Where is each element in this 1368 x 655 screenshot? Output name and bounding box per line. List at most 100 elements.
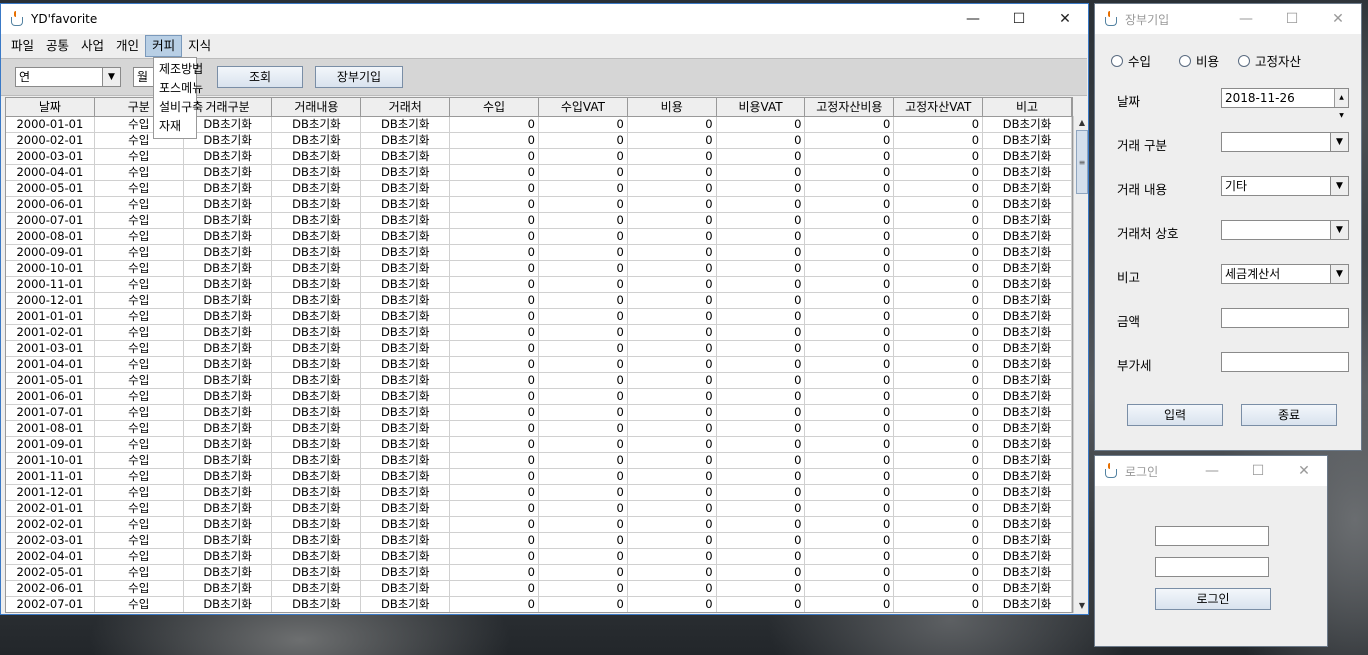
table-row[interactable]: 2002-05-01 수입 DB초기화 DB초기화 DB초기화 0 0 0 0 0 0 DB초기화 [6,565,1072,581]
table-cell: 0 [628,213,717,228]
table-row[interactable]: 2001-09-01 수입 DB초기화 DB초기화 DB초기화 0 0 0 0 0 0 DB초기화 [6,437,1072,453]
table-cell: 0 [805,165,895,180]
column-header[interactable]: 거래내용 [272,98,362,116]
chevron-down-icon[interactable]: ▼ [102,68,120,86]
table-cell: DB초기화 [361,357,451,372]
scroll-down-icon[interactable]: ▼ [1074,599,1088,613]
column-header[interactable]: 비고 [983,98,1072,116]
menu-coffee[interactable]: 커피 [145,35,183,57]
scroll-thumb[interactable]: ≡ [1076,130,1088,194]
column-header[interactable]: 고정자산비용 [805,98,895,116]
table-row[interactable]: 2001-06-01 수입 DB초기화 DB초기화 DB초기화 0 0 0 0 0 0 DB초기화 [6,389,1072,405]
table-row[interactable]: 2002-02-01 수입 DB초기화 DB초기화 DB초기화 0 0 0 0 0 0 DB초기화 [6,517,1072,533]
query-button[interactable]: 조회 [217,66,303,88]
column-header[interactable]: 비용VAT [717,98,806,116]
minimize-icon[interactable]: — [950,4,996,34]
table-row[interactable]: 2002-07-01 수입 DB초기화 DB초기화 DB초기화 0 0 0 0 0 0 DB초기화 [6,597,1072,612]
vat-input[interactable] [1221,352,1349,372]
close-icon[interactable]: ✕ [1281,456,1327,486]
content-combo[interactable]: 기타 ▼ [1221,176,1349,196]
column-header[interactable]: 거래처 [361,98,451,116]
close-button[interactable]: 종료 [1241,404,1337,426]
main-titlebar[interactable]: YD'favorite — ☐ ✕ [1,4,1088,34]
table-row[interactable]: 2000-05-01 수입 DB초기화 DB초기화 DB초기화 0 0 0 0 0 0 DB초기화 [6,181,1072,197]
table-row[interactable]: 2000-12-01 수입 DB초기화 DB초기화 DB초기화 0 0 0 0 0 0 DB초기화 [6,293,1072,309]
table-row[interactable]: 2001-11-01 수입 DB초기화 DB초기화 DB초기화 0 0 0 0 0 0 DB초기화 [6,469,1072,485]
close-icon[interactable]: ✕ [1042,4,1088,34]
table-cell: 수입 [95,437,184,452]
chevron-down-icon[interactable]: ▼ [1330,133,1348,151]
table-row[interactable]: 2001-08-01 수입 DB초기화 DB초기화 DB초기화 0 0 0 0 0 0 DB초기화 [6,421,1072,437]
maximize-icon[interactable]: ☐ [1269,4,1315,34]
menu-business[interactable]: 사업 [75,35,110,57]
table-row[interactable]: 2000-11-01 수입 DB초기화 DB초기화 DB초기화 0 0 0 0 0 0 DB초기화 [6,277,1072,293]
login-button[interactable]: 로그인 [1155,588,1271,610]
column-header[interactable]: 수입 [450,98,539,116]
table-row[interactable]: 2001-10-01 수입 DB초기화 DB초기화 DB초기화 0 0 0 0 0 0 DB초기화 [6,453,1072,469]
radio-cost[interactable]: 비용 [1179,51,1219,70]
table-row[interactable]: 2001-04-01 수입 DB초기화 DB초기화 DB초기화 0 0 0 0 0 0 DB초기화 [6,357,1072,373]
table-row[interactable]: 2000-03-01 수입 DB초기화 DB초기화 DB초기화 0 0 0 0 0 0 DB초기화 [6,149,1072,165]
table-cell: 2001-10-01 [6,453,95,468]
menu-item-materials[interactable]: 자재 [154,117,196,136]
radio-income[interactable]: 수입 [1111,51,1151,70]
vendor-combo[interactable]: ▼ [1221,220,1349,240]
menu-common[interactable]: 공통 [40,35,75,57]
radio-fixed-asset[interactable]: 고정자산 [1238,51,1301,70]
table-row[interactable]: 2001-02-01 수입 DB초기화 DB초기화 DB초기화 0 0 0 0 0 0 DB초기화 [6,325,1072,341]
chevron-down-icon[interactable]: ▼ [1330,221,1348,239]
table-cell: DB초기화 [361,245,451,260]
ledger-titlebar[interactable]: 장부기입 — ☐ ✕ [1095,4,1361,34]
table-row[interactable]: 2001-03-01 수입 DB초기화 DB초기화 DB초기화 0 0 0 0 0 0 DB초기화 [6,341,1072,357]
ledger-entry-button[interactable]: 장부기입 [315,66,403,88]
password-input[interactable] [1155,557,1269,577]
column-header[interactable]: 날짜 [6,98,95,116]
chevron-down-icon[interactable]: ▼ [1330,177,1348,195]
table-cell: 0 [450,565,539,580]
table-scrollbar[interactable]: ▲ ≡ ▼ [1073,116,1088,613]
table-cell: DB초기화 [361,437,451,452]
date-spinner[interactable]: 2018-11-26 ▲ ▼ [1221,88,1349,119]
table-row[interactable]: 2002-03-01 수입 DB초기화 DB초기화 DB초기화 0 0 0 0 0 0 DB초기화 [6,533,1072,549]
close-icon[interactable]: ✕ [1315,4,1361,34]
login-titlebar[interactable]: 로그인 — ☐ ✕ [1095,456,1327,486]
minimize-icon[interactable]: — [1189,456,1235,486]
username-input[interactable] [1155,526,1269,546]
menu-item-pos-menu[interactable]: 포스메뉴 [154,79,203,98]
submit-button[interactable]: 입력 [1127,404,1223,426]
table-row[interactable]: 2000-08-01 수입 DB초기화 DB초기화 DB초기화 0 0 0 0 0 0 DB초기화 [6,229,1072,245]
column-header[interactable]: 고정자산VAT [894,98,984,116]
table-row[interactable]: 2002-04-01 수입 DB초기화 DB초기화 DB초기화 0 0 0 0 0 0 DB초기화 [6,549,1072,565]
maximize-icon[interactable]: ☐ [1235,456,1281,486]
table-row[interactable]: 2000-04-01 수입 DB초기화 DB초기화 DB초기화 0 0 0 0 0 0 DB초기화 [6,165,1072,181]
column-header[interactable]: 비용 [628,98,717,116]
amount-input[interactable] [1221,308,1349,328]
menu-item-equipment[interactable]: 설비구축 [154,98,203,117]
table-row[interactable]: 2001-05-01 수입 DB초기화 DB초기화 DB초기화 0 0 0 0 0 0 DB초기화 [6,373,1072,389]
table-row[interactable]: 2000-07-01 수입 DB초기화 DB초기화 DB초기화 0 0 0 0 0 0 DB초기화 [6,213,1072,229]
scroll-up-icon[interactable]: ▲ [1074,116,1088,130]
table-row[interactable]: 2001-12-01 수입 DB초기화 DB초기화 DB초기화 0 0 0 0 0 0 DB초기화 [6,485,1072,501]
maximize-icon[interactable]: ☐ [996,4,1042,34]
table-row[interactable]: 2000-09-01 수입 DB초기화 DB초기화 DB초기화 0 0 0 0 0 0 DB초기화 [6,245,1072,261]
table-row[interactable]: 2002-06-01 수입 DB초기화 DB초기화 DB초기화 0 0 0 0 0 0 DB초기화 [6,581,1072,597]
menu-item-recipe[interactable]: 제조방법 [154,60,203,79]
menu-personal[interactable]: 개인 [110,35,145,57]
table-cell: 0 [717,293,806,308]
trade-type-combo[interactable]: ▼ [1221,132,1349,152]
minimize-icon[interactable]: — [1223,4,1269,34]
table-row[interactable]: 2000-06-01 수입 DB초기화 DB초기화 DB초기화 0 0 0 0 0 0 DB초기화 [6,197,1072,213]
table-row[interactable]: 2001-01-01 수입 DB초기화 DB초기화 DB초기화 0 0 0 0 0 0 DB초기화 [6,309,1072,325]
menu-knowledge[interactable]: 지식 [182,35,217,57]
year-combo[interactable]: 연 ▼ [15,67,121,87]
table-row[interactable]: 2002-01-01 수입 DB초기화 DB초기화 DB초기화 0 0 0 0 0 0 DB초기화 [6,501,1072,517]
spinner-arrows-icon[interactable]: ▲ ▼ [1334,89,1348,119]
note-combo[interactable]: 세금계산서 ▼ [1221,264,1349,284]
table-cell: 2001-04-01 [6,357,95,372]
table-cell: 0 [539,117,628,132]
table-row[interactable]: 2000-10-01 수입 DB초기화 DB초기화 DB초기화 0 0 0 0 0 0 DB초기화 [6,261,1072,277]
chevron-down-icon[interactable]: ▼ [1330,265,1348,283]
table-row[interactable]: 2001-07-01 수입 DB초기화 DB초기화 DB초기화 0 0 0 0 0 0 DB초기화 [6,405,1072,421]
menu-file[interactable]: 파일 [5,35,40,57]
column-header[interactable]: 수입VAT [539,98,628,116]
